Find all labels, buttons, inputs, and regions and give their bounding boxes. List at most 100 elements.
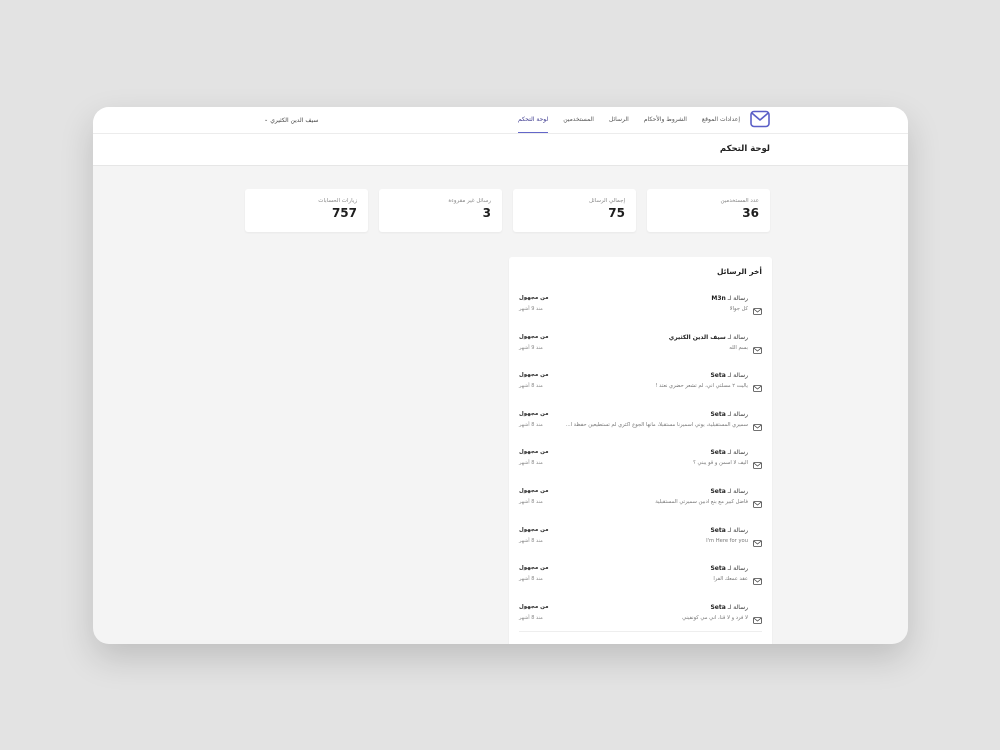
message-preview: I'm Here for you (706, 537, 748, 544)
stat-value: 3 (482, 206, 491, 220)
message-row[interactable]: رسالة لـ Seta ياليت ٢ مسلتي أني، لم تشعر … (509, 372, 772, 411)
recipient-name: Seta (710, 603, 726, 611)
recipient-name: Seta (710, 449, 726, 457)
latest-messages-panel: أخر الرسائل رسالة لـ M3n كل جوالا من مجهول… (509, 257, 772, 644)
message-preview: فاضل كبير مع بنع أدبين سميرتي المستقبلية (655, 499, 748, 505)
chevron-down-icon: ⌄ (264, 117, 269, 123)
recipient-name: Seta (710, 410, 726, 418)
message-recipient: رسالة لـ Seta (710, 565, 748, 572)
message-time: منذ 9 أشهر (519, 306, 543, 312)
envelope-icon (753, 609, 762, 624)
message-preview: عقد عمعك الفرا (713, 576, 748, 583)
envelope-icon (753, 454, 762, 470)
nav-link-terms[interactable]: الشروط والأحكام (644, 107, 687, 133)
message-sender: من مجهول (519, 410, 549, 417)
user-menu[interactable]: ⌄ سيف الدين الكثيري (264, 107, 318, 133)
message-sender: من مجهول (519, 295, 549, 301)
top-navigation-bar: لوحة التحكم المستخدمين الرسائل الشروط وا… (93, 107, 908, 134)
message-time: منذ 8 أشهر (519, 460, 543, 467)
message-row[interactable]: رسالة لـ سيف الدين الكثيري بسم الله من مجه… (509, 334, 772, 373)
message-row[interactable]: رسالة لـ Seta سميري المستقبلية، يوني أسمي… (509, 411, 772, 450)
message-sender: من مجهول (519, 526, 549, 533)
stat-card-unread-messages: رسائل غير مقروءة 3 (379, 189, 502, 232)
message-sender: من مجهول (519, 372, 549, 379)
message-recipient: رسالة لـ سيف الدين الكثيري (669, 334, 748, 341)
message-row[interactable]: رسالة لـ M3n كل جوالا من مجهول منذ 9 أشهر (509, 295, 772, 334)
message-sender: من مجهول (519, 565, 549, 572)
panel-title: أخر الرسائل (716, 267, 762, 276)
message-row[interactable]: رسالة لـ Seta فاضل كبير مع بنع أدبين سمير… (509, 488, 772, 527)
envelope-icon (753, 339, 762, 354)
message-time: منذ 8 أشهر (519, 614, 543, 621)
recipient-name: M3n (711, 295, 726, 302)
message-row[interactable]: رسالة لـ Seta I'm Here for you من مجهول منذ… (509, 527, 772, 566)
envelope-icon (753, 532, 762, 547)
message-preview: لا فرد و لا قنا، أني مي كونفيني (682, 614, 748, 621)
stat-label: عدد المستخدمين (720, 198, 759, 204)
message-row[interactable]: رسالة لـ Seta لا فرد و لا قنا، أني مي كون… (509, 604, 772, 643)
message-recipient: رسالة لـ Seta (710, 604, 748, 611)
nav-links: لوحة التحكم المستخدمين الرسائل الشروط وا… (503, 107, 740, 133)
message-time: منذ 8 أشهر (519, 499, 543, 505)
message-prefix: رسالة لـ (727, 488, 748, 495)
message-preview: سميري المستقبلية، يوني أسميرنا مستقبلا، … (565, 421, 748, 428)
message-preview: ياليت ٢ مسلتي أني، لم تشعر حضري نعتذ ! (655, 383, 748, 390)
message-preview: كل جوالا (729, 306, 748, 312)
message-sender: من مجهول (519, 449, 549, 456)
stat-card-users: عدد المستخدمين 36 (647, 189, 770, 232)
nav-link-messages[interactable]: الرسائل (609, 107, 629, 133)
message-recipient: رسالة لـ M3n (711, 295, 748, 302)
stat-card-total-messages: إجمالي الرسائل 75 (513, 189, 636, 232)
page-title: لوحة التحكم (719, 144, 770, 154)
envelope-icon (753, 300, 762, 315)
stat-value: 36 (742, 206, 759, 220)
user-name: سيف الدين الكثيري (270, 116, 319, 124)
envelope-icon (753, 570, 762, 586)
app-window: لوحة التحكم المستخدمين الرسائل الشروط وا… (93, 107, 908, 644)
message-time: منذ 8 أشهر (519, 421, 543, 428)
message-prefix: رسالة لـ (727, 526, 748, 534)
divider (519, 631, 762, 632)
stat-label: إجمالي الرسائل (588, 198, 625, 204)
recipient-name: سيف الدين الكثيري (668, 333, 726, 341)
recipient-name: Seta (710, 372, 726, 380)
message-time: منذ 8 أشهر (519, 576, 543, 583)
message-prefix: رسالة لـ (727, 603, 748, 611)
nav-link-users[interactable]: المستخدمين (563, 107, 594, 133)
message-time: منذ 8 أشهر (519, 383, 543, 390)
message-preview: أليف لا أسمن و قو يبني ؟ (693, 460, 748, 467)
message-recipient: رسالة لـ Seta (710, 527, 748, 534)
message-recipient: رسالة لـ Seta (710, 411, 748, 418)
nav-link-dashboard[interactable]: لوحة التحكم (517, 107, 549, 133)
stat-card-account-visits: زيارات الحسابات 757 (245, 189, 368, 232)
envelope-icon (753, 493, 762, 508)
message-row[interactable]: رسالة لـ Seta أليف لا أسمن و قو يبني ؟ من … (509, 449, 772, 488)
stat-value: 75 (608, 206, 625, 220)
nav-link-site-settings[interactable]: إعدادات الموقع (702, 107, 740, 133)
message-row[interactable]: رسالة لـ Seta عقد عمعك الفرا من مجهول منذ 8… (509, 565, 772, 604)
message-recipient: رسالة لـ Seta (710, 372, 748, 379)
message-preview: بسم الله (729, 344, 748, 351)
message-prefix: رسالة لـ (727, 333, 748, 341)
recipient-name: Seta (710, 526, 726, 534)
stat-label: رسائل غير مقروءة (448, 198, 491, 204)
message-prefix: رسالة لـ (727, 449, 748, 457)
recipient-name: Seta (710, 565, 726, 573)
message-recipient: رسالة لـ Seta (710, 488, 748, 495)
page-header: لوحة التحكم (93, 134, 908, 166)
stat-label: زيارات الحسابات (318, 198, 357, 204)
message-prefix: رسالة لـ (727, 295, 748, 302)
message-recipient: رسالة لـ Seta (710, 449, 748, 456)
message-prefix: رسالة لـ (727, 565, 748, 573)
message-sender: من مجهول (519, 488, 549, 494)
envelope-logo-icon[interactable] (750, 110, 770, 128)
message-sender: من مجهول (519, 603, 549, 610)
message-sender: من مجهول (519, 333, 549, 340)
recipient-name: Seta (710, 488, 726, 495)
message-prefix: رسالة لـ (727, 410, 748, 418)
envelope-icon (753, 416, 762, 431)
message-time: منذ 9 أشهر (519, 344, 543, 351)
stat-value: 757 (331, 206, 357, 220)
message-prefix: رسالة لـ (727, 372, 748, 380)
message-time: منذ 8 أشهر (519, 537, 543, 544)
